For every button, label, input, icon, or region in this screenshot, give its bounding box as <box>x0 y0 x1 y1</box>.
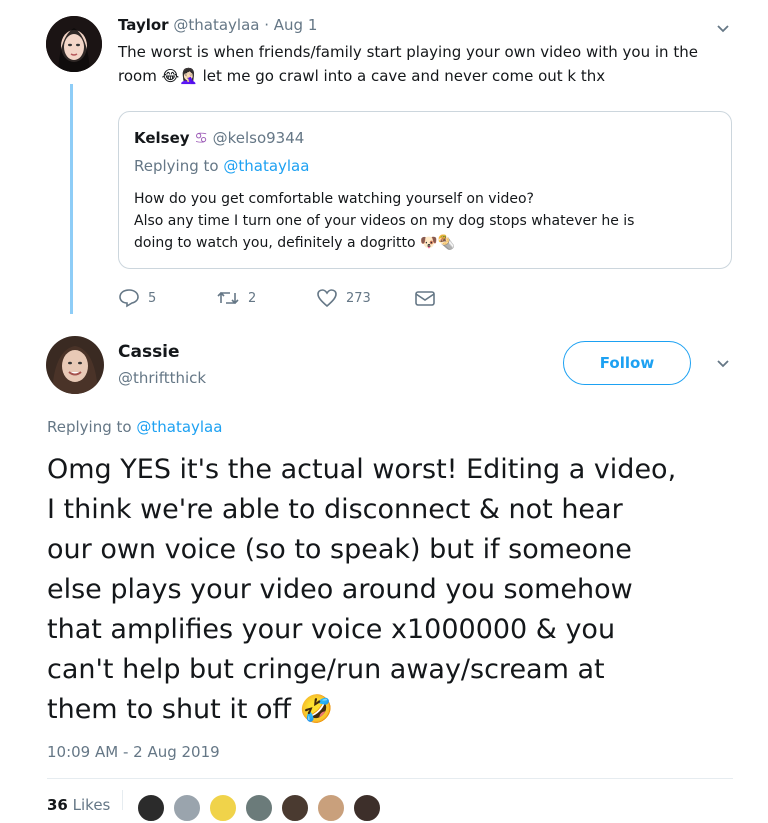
main-text-line4: else plays your video around you somehow <box>47 574 633 605</box>
quoted-tweet[interactable]: Kelsey ♋ @kelso9344 Replying to @thatayl… <box>118 111 732 269</box>
main-author-handle[interactable]: @thriftthick <box>118 369 206 387</box>
quoted-author-handle: @kelso9344 <box>212 129 305 147</box>
main-text-emoji: 🤣 <box>299 694 334 725</box>
parent-tweet-date[interactable]: · Aug 1 <box>264 16 317 34</box>
main-text-line7: them to shut it off 🤣 <box>47 690 747 730</box>
liker-avatar[interactable] <box>316 793 346 823</box>
main-text-line1: Omg YES it's the actual worst! Editing a… <box>47 454 677 485</box>
message-button[interactable] <box>414 288 436 312</box>
reply-button[interactable]: 5 <box>118 288 156 308</box>
main-text-line6: can't help but cringe/run away/scream at <box>47 654 605 685</box>
liker-avatar[interactable] <box>352 793 382 823</box>
parent-action-bar: 5 2 273 <box>118 288 448 310</box>
quoted-author-name: Kelsey <box>134 129 190 147</box>
likes-stat[interactable]: 36 Likes <box>47 796 110 814</box>
parent-text-line2-prefix: room <box>118 67 157 85</box>
like-button[interactable]: 273 <box>316 288 371 308</box>
main-replying-prefix: Replying to <box>47 418 132 436</box>
quoted-author-emoji: ♋ <box>194 129 208 147</box>
parent-tweet-text: The worst is when friends/family start p… <box>118 40 718 88</box>
main-text-line5: that amplifies your voice x1000000 & you <box>47 614 616 645</box>
main-text-line3: our own voice (so to speak) but if someo… <box>47 534 632 565</box>
retweet-button[interactable]: 2 <box>216 288 256 308</box>
parent-tweet-header: Taylor @thataylaa · Aug 1 <box>118 16 317 34</box>
stats-divider <box>47 778 733 779</box>
liker-avatar[interactable] <box>172 793 202 823</box>
quoted-text-emojis: 🐶🌯 <box>420 235 455 251</box>
envelope-icon <box>415 291 435 306</box>
quoted-replying-to: Replying to @thataylaa <box>134 157 309 175</box>
quoted-tweet-text: How do you get comfortable watching your… <box>134 188 724 254</box>
parent-text-line2: room 😂🤦🏻‍♀️ let me go crawl into a cave … <box>118 64 718 88</box>
main-tweet-text: Omg YES it's the actual worst! Editing a… <box>47 450 747 730</box>
retweet-icon <box>217 291 239 305</box>
quoted-text-line3: doing to watch you, definitely a dogritt… <box>134 232 724 254</box>
avatar-cassie[interactable] <box>46 336 104 394</box>
parent-text-emojis: 😂🤦🏻‍♀️ <box>161 67 198 85</box>
retweet-count: 2 <box>248 290 257 306</box>
liker-avatar[interactable] <box>280 793 310 823</box>
chevron-down-icon[interactable] <box>716 22 730 36</box>
main-replying-handle[interactable]: @thataylaa <box>136 418 222 436</box>
follow-button[interactable]: Follow <box>563 341 691 385</box>
liker-avatar[interactable] <box>244 793 274 823</box>
liker-avatar[interactable] <box>208 793 238 823</box>
main-text-line7-text: them to shut it off <box>47 694 292 725</box>
quoted-text-line3-text: doing to watch you, definitely a dogritt… <box>134 235 416 251</box>
stats-separator <box>122 790 123 810</box>
likes-label: Likes <box>72 796 111 814</box>
tweet-timestamp[interactable]: 10:09 AM - 2 Aug 2019 <box>47 743 220 761</box>
quoted-tweet-header: Kelsey ♋ @kelso9344 <box>134 129 304 147</box>
quoted-text-line2: Also any time I turn one of your videos … <box>134 213 635 229</box>
parent-text-line1: The worst is when friends/family start p… <box>118 43 698 61</box>
main-author-name[interactable]: Cassie <box>118 342 180 362</box>
like-count: 273 <box>346 290 371 306</box>
thread-line <box>70 84 73 314</box>
avatar-taylor[interactable] <box>46 16 102 72</box>
quoted-replying-prefix: Replying to <box>134 157 219 175</box>
reply-icon <box>119 289 139 308</box>
liker-avatar[interactable] <box>136 793 166 823</box>
parent-text-line2-suffix: let me go crawl into a cave and never co… <box>202 67 606 85</box>
quoted-replying-handle[interactable]: @thataylaa <box>223 157 309 175</box>
heart-icon <box>317 289 337 308</box>
main-replying-to: Replying to @thataylaa <box>47 418 222 436</box>
main-text-line2: I think we're able to disconnect & not h… <box>47 494 623 525</box>
parent-author-name[interactable]: Taylor <box>118 16 169 34</box>
quoted-text-line1: How do you get comfortable watching your… <box>134 191 534 207</box>
chevron-down-icon[interactable] <box>716 357 730 371</box>
parent-author-handle[interactable]: @thataylaa <box>173 16 259 34</box>
reply-count: 5 <box>148 290 157 306</box>
likes-count: 36 <box>47 796 68 814</box>
